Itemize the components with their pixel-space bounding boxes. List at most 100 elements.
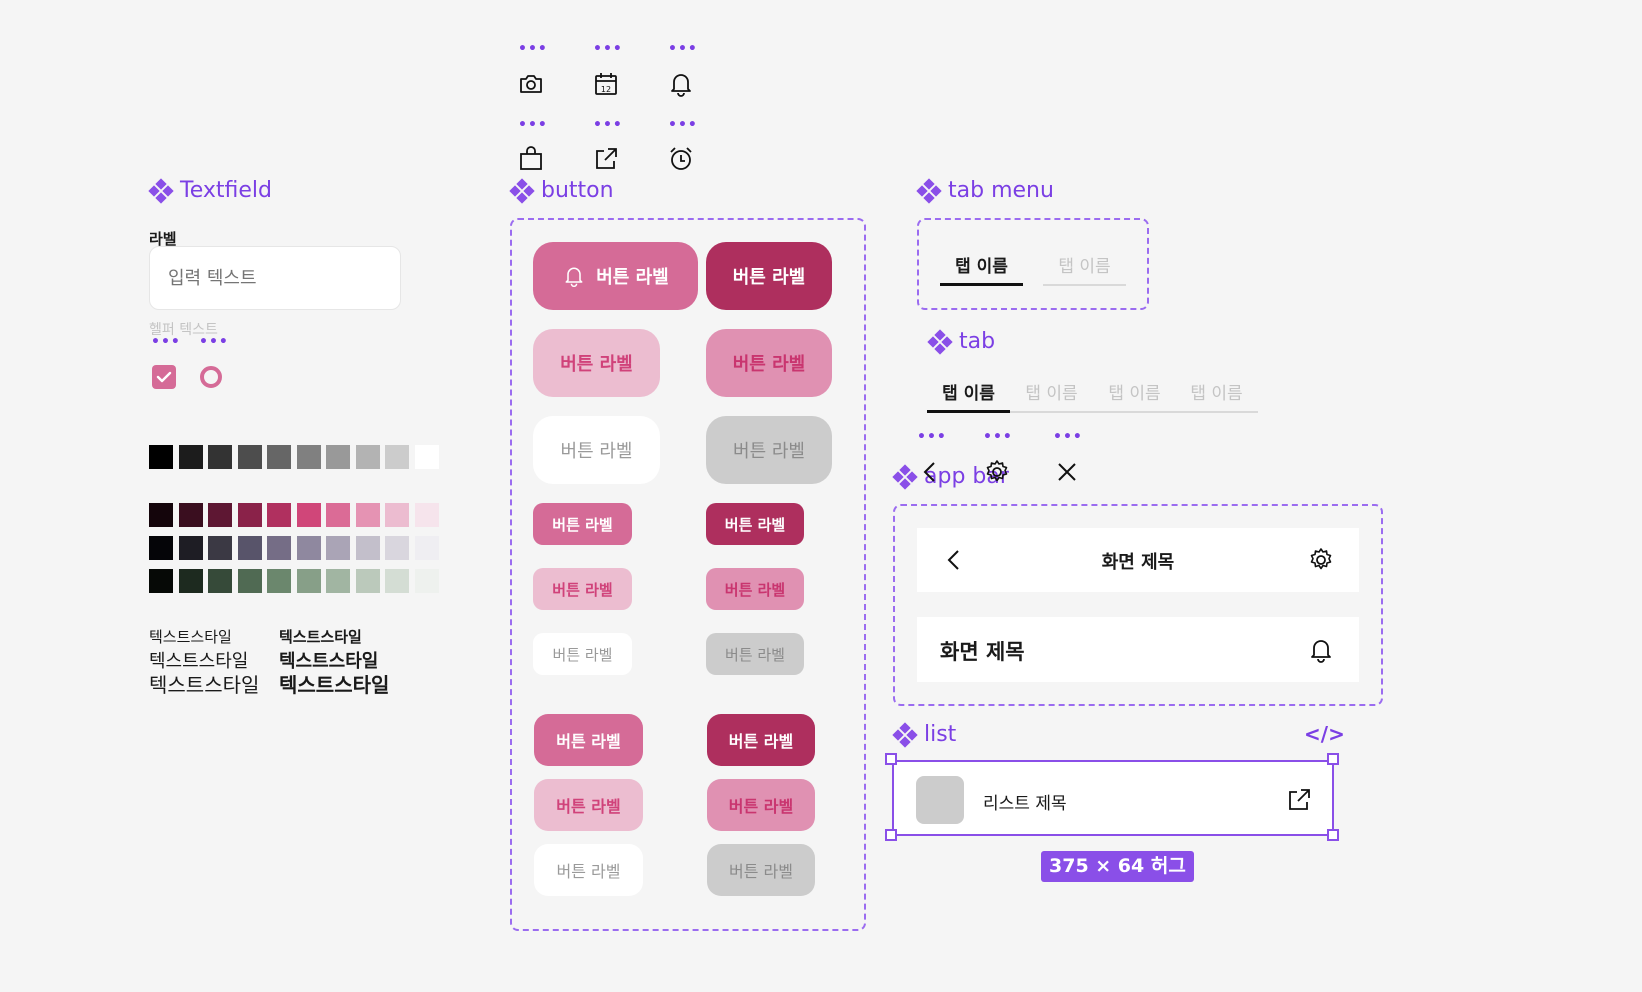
button-white-small[interactable]: 버튼 라벨 [533,633,632,675]
external-link-icon[interactable] [592,145,620,173]
color-swatch-greens [355,569,380,593]
tab-title-text: tab [959,329,996,354]
size-badge: 375 × 64 허그 [1041,851,1194,882]
code-icon[interactable]: </> [1304,722,1345,746]
tab-item-active[interactable]: 탭 이름 [927,379,1010,413]
button-soft-small[interactable]: 버튼 라벨 [533,568,632,610]
color-swatch-greens [267,569,291,593]
color-swatch-purples [178,536,203,560]
color-swatch-pinks [149,503,173,527]
button-primary-with-icon[interactable]: 버튼 라벨 [533,242,698,310]
color-swatch-grays [326,445,350,469]
more-dots: ••• [151,334,181,350]
tab-item[interactable]: 탭 이름 [1175,379,1258,413]
camera-icon[interactable] [517,70,545,98]
button-dark-small[interactable]: 버튼 라벨 [706,503,804,545]
button-primary-medium[interactable]: 버튼 라벨 [534,714,643,766]
app-bar-left-title: 화면 제목 [917,617,1359,682]
color-swatch-grays [208,445,232,469]
alarm-icon[interactable] [667,145,695,173]
color-swatch-pinks [414,503,439,527]
color-swatch-purples [296,536,321,560]
more-dots: ••• [668,117,698,133]
component-icon [892,721,918,748]
color-swatch-grays [385,445,409,469]
color-swatch-grays [267,445,291,469]
tab-item[interactable]: 탭 이름 [1093,379,1176,413]
tab-menu-item-active[interactable]: 탭 이름 [940,252,1023,286]
component-icon [916,177,942,204]
color-swatch-pinks [178,503,203,527]
component-icon [509,177,535,204]
button-disabled-small[interactable]: 버튼 라벨 [706,633,804,675]
color-swatch-purples [326,536,350,560]
list-title-text: list [924,722,957,747]
button-disabled-medium[interactable]: 버튼 라벨 [707,844,815,896]
more-dots: ••• [518,41,548,57]
bag-icon[interactable] [517,145,545,173]
button-soft-dark-small[interactable]: 버튼 라벨 [706,568,804,610]
text-input[interactable] [149,246,401,310]
bell-icon [565,267,583,287]
color-swatch-purples [385,536,409,560]
text-style-large-bold: 텍스트스타일 [279,673,390,697]
color-swatch-purples [208,536,232,560]
gear-icon[interactable] [983,458,1011,486]
color-swatch-pinks [208,503,232,527]
button-soft-medium[interactable]: 버튼 라벨 [534,779,643,831]
color-swatch-purples [267,536,291,560]
button-soft-dark-medium[interactable]: 버튼 라벨 [707,779,815,831]
button-primary-small[interactable]: 버튼 라벨 [533,503,632,545]
tab-menu-component-title: tab menu [916,177,1054,204]
check-icon [156,371,172,383]
color-swatch-grays [237,445,262,469]
more-dots: ••• [668,41,698,57]
component-icon [148,177,174,204]
screen-title: 화면 제목 [940,640,1025,664]
color-swatch-purples [355,536,380,560]
component-icon [892,463,918,490]
button-component-title: button [509,177,614,204]
color-swatch-pinks [326,503,350,527]
checkbox[interactable] [152,365,176,389]
button-disabled-large[interactable]: 버튼 라벨 [706,416,832,484]
button-dark-medium[interactable]: 버튼 라벨 [707,714,815,766]
color-swatch-greens [414,569,439,593]
color-swatch-pinks [267,503,291,527]
resize-handle[interactable] [1327,753,1339,765]
color-swatch-pinks [355,503,380,527]
resize-handle[interactable] [885,829,897,841]
color-swatch-greens [208,569,232,593]
close-icon[interactable] [1053,458,1081,486]
screen-title: 화면 제목 [1101,552,1175,573]
color-swatch-grays [178,445,203,469]
chevron-left-icon[interactable] [917,458,945,486]
color-swatch-greens [237,569,262,593]
bell-icon[interactable] [667,70,695,98]
resize-handle[interactable] [885,753,897,765]
button-soft-large[interactable]: 버튼 라벨 [533,329,660,397]
color-swatch-purples [414,536,439,560]
app-bar-centered: 화면 제목 [917,528,1359,592]
color-swatch-pinks [296,503,321,527]
textfield-component-title: Textfield [148,177,272,204]
text-style-large: 텍스트스타일 [149,673,260,697]
color-swatch-greens [178,569,203,593]
tab-item[interactable]: 탭 이름 [1010,379,1093,413]
button-dark-large[interactable]: 버튼 라벨 [706,242,832,310]
gear-icon[interactable] [1307,546,1335,574]
radio-button[interactable] [200,366,222,388]
button-white-medium[interactable]: 버튼 라벨 [534,844,643,896]
resize-handle[interactable] [1327,829,1339,841]
external-link-icon[interactable] [1285,786,1313,814]
list-component-title: list [892,721,957,748]
bell-icon[interactable] [1307,636,1335,664]
calendar-icon[interactable]: 12 [592,70,620,98]
button-white-large[interactable]: 버튼 라벨 [533,416,660,484]
list-item-selected[interactable]: 리스트 제목 [892,760,1334,836]
color-swatch-grays [296,445,321,469]
more-dots: ••• [593,117,623,133]
tab-menu-item[interactable]: 탭 이름 [1043,252,1126,286]
button-soft-dark-large[interactable]: 버튼 라벨 [706,329,832,397]
more-dots: ••• [518,117,548,133]
